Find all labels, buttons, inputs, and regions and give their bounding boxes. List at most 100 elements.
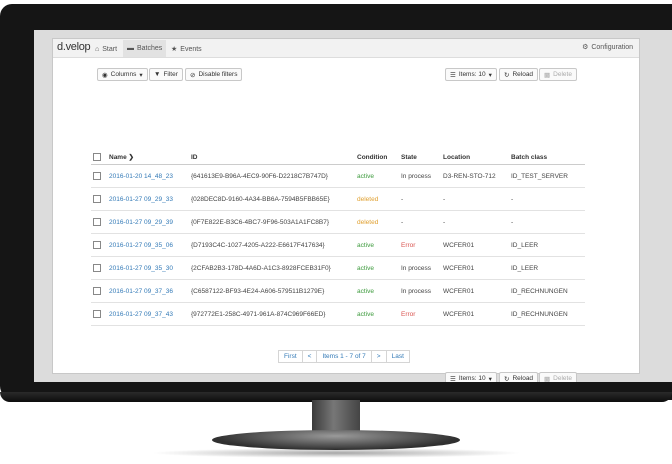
pager-last[interactable]: Last (385, 350, 410, 363)
row-state: In process (399, 164, 441, 188)
refresh-icon: ↻ (504, 71, 510, 79)
row-checkbox[interactable] (93, 287, 101, 295)
filter-button[interactable]: ▼ Filter (149, 68, 183, 81)
row-state: Error (399, 233, 441, 257)
brand-logo[interactable]: d.velop (57, 41, 91, 53)
gear-icon: ⚙ (582, 44, 589, 51)
header-id[interactable]: ID (189, 150, 355, 165)
batches-table: Name ❯ ID Condition State Location Batch… (91, 150, 585, 326)
row-condition: active (355, 279, 399, 303)
caret-down-icon: ▾ (488, 375, 492, 383)
row-checkbox[interactable] (93, 172, 101, 180)
header-location[interactable]: Location (441, 150, 509, 165)
row-id: {0F7E822E-B3C6-4BC7-9F96-503A1A1FC8B7} (189, 210, 355, 234)
reload-button-bottom[interactable]: ↻ Reload (499, 372, 539, 383)
row-name[interactable]: 2016-01-20 14_48_23 (107, 164, 189, 188)
items-per-page-select[interactable]: ☰ Items: 10 ▾ (445, 68, 497, 81)
table-row[interactable]: 2016-01-27 09_29_33 {028DEC8D-9160-4A34-B… (91, 187, 585, 211)
row-condition: active (355, 233, 399, 257)
row-select-cell (91, 164, 107, 188)
filter-icon: ▼ (154, 71, 161, 78)
row-id: {D7193C4C-1027-4205-A222-E6617F417634} (189, 233, 355, 257)
row-location: WCFER01 (441, 256, 509, 280)
row-checkbox[interactable] (93, 310, 101, 318)
nav-events[interactable]: ★ Events (171, 43, 202, 55)
pager-prev[interactable]: < (301, 350, 318, 363)
delete-button-bottom[interactable]: ▩ Delete (539, 372, 577, 382)
row-state: - (399, 210, 441, 234)
delete-label: Delete (553, 71, 572, 78)
row-condition: active (355, 164, 399, 188)
row-checkbox[interactable] (93, 241, 101, 249)
table-row[interactable]: 2016-01-27 09_35_30 {2CFAB2B3-178D-4A6D-A… (91, 256, 585, 280)
header-state[interactable]: State (399, 150, 441, 165)
header-condition[interactable]: Condition (355, 150, 399, 165)
row-name[interactable]: 2016-01-27 09_29_39 (107, 210, 189, 234)
table-row[interactable]: 2016-01-27 09_29_39 {0F7E822E-B3C6-4BC7-9… (91, 210, 585, 234)
row-state: - (399, 187, 441, 211)
select-all-checkbox[interactable] (93, 153, 101, 161)
table-row[interactable]: 2016-01-20 14_48_23 {641613E9-B96A-4EC9-9… (91, 164, 585, 188)
row-condition: active (355, 302, 399, 326)
row-state: In process (399, 256, 441, 280)
home-icon: ⌂ (95, 45, 100, 53)
header-name[interactable]: Name ❯ (107, 150, 189, 165)
filter-label: Filter (163, 71, 178, 78)
row-name[interactable]: 2016-01-27 09_37_43 (107, 302, 189, 326)
nav-configuration[interactable]: ⚙ Configuration (582, 43, 633, 52)
nav-batches[interactable]: ▬ Batches (123, 40, 167, 57)
row-checkbox[interactable] (93, 264, 101, 272)
table-body: 2016-01-20 14_48_23 {641613E9-B96A-4EC9-9… (91, 164, 585, 326)
refresh-icon: ↻ (504, 375, 510, 383)
table-row[interactable]: 2016-01-27 09_35_06 {D7193C4C-1027-4205-A… (91, 233, 585, 257)
row-name[interactable]: 2016-01-27 09_37_36 (107, 279, 189, 303)
row-name[interactable]: 2016-01-27 09_35_06 (107, 233, 189, 257)
navbar: d.velop ⌂ Start ▬ Batches ★ Events ⚙ Con… (53, 39, 639, 58)
eye-icon: ◉ (102, 71, 108, 79)
row-select-cell (91, 302, 107, 326)
row-id: {C6587122-BF93-4E24-A606-579511B1279E} (189, 279, 355, 303)
disable-filters-label: Disable filters (198, 71, 238, 78)
row-select-cell (91, 233, 107, 257)
nav-configuration-label: Configuration (591, 43, 633, 51)
nav-start[interactable]: ⌂ Start (95, 43, 117, 55)
disable-filters-button[interactable]: ⊘ Disable filters (185, 68, 243, 81)
table-row[interactable]: 2016-01-27 09_37_36 {C6587122-BF93-4E24-A… (91, 279, 585, 303)
pager-info: Items 1 - 7 of 7 (316, 350, 372, 363)
caret-down-icon: ▾ (488, 71, 492, 79)
caret-down-icon: ▾ (139, 71, 143, 79)
pager-next[interactable]: > (370, 350, 387, 363)
app-window: d.velop ⌂ Start ▬ Batches ★ Events ⚙ Con… (52, 38, 640, 382)
monitor: d.velop ⌂ Start ▬ Batches ★ Events ⚙ Con… (0, 0, 672, 464)
delete-button[interactable]: ▩ Delete (539, 68, 577, 81)
nav-batches-label: Batches (137, 45, 163, 52)
row-name[interactable]: 2016-01-27 09_29_33 (107, 187, 189, 211)
row-location: WCFER01 (441, 279, 509, 303)
row-condition: deleted (355, 210, 399, 234)
row-select-cell (91, 210, 107, 234)
monitor-stand-base (212, 430, 460, 450)
trash-icon: ▩ (544, 71, 551, 79)
row-checkbox[interactable] (93, 195, 101, 203)
row-select-cell (91, 279, 107, 303)
row-state: In process (399, 279, 441, 303)
trash-icon: ▩ (544, 375, 551, 383)
row-id: {028DEC8D-9160-4A34-BB6A-7594B5FBB65E} (189, 187, 355, 211)
row-checkbox[interactable] (93, 218, 101, 226)
reload-label-bottom: Reload (512, 375, 534, 382)
items-per-page-select-bottom[interactable]: ☰ Items: 10 ▾ (445, 372, 497, 382)
row-batch-class: - (509, 210, 585, 234)
reload-button[interactable]: ↻ Reload (499, 68, 539, 81)
columns-label: Columns (110, 71, 137, 78)
table-header-row: Name ❯ ID Condition State Location Batch… (91, 150, 585, 165)
monitor-screen: d.velop ⌂ Start ▬ Batches ★ Events ⚙ Con… (34, 30, 672, 382)
row-id: {2CFAB2B3-178D-4A6D-A1C3-8928FCEB31F0} (189, 256, 355, 280)
header-batch-class[interactable]: Batch class (509, 150, 585, 165)
row-location: - (441, 210, 509, 234)
row-name[interactable]: 2016-01-27 09_35_30 (107, 256, 189, 280)
pager-first[interactable]: First (278, 350, 303, 363)
table-row[interactable]: 2016-01-27 09_37_43 {972772E1-258C-4971-9… (91, 302, 585, 326)
row-batch-class: ID_TEST_SERVER (509, 164, 585, 188)
row-location: D3-REN-STO-712 (441, 164, 509, 188)
columns-button[interactable]: ◉ Columns ▾ (97, 68, 148, 81)
